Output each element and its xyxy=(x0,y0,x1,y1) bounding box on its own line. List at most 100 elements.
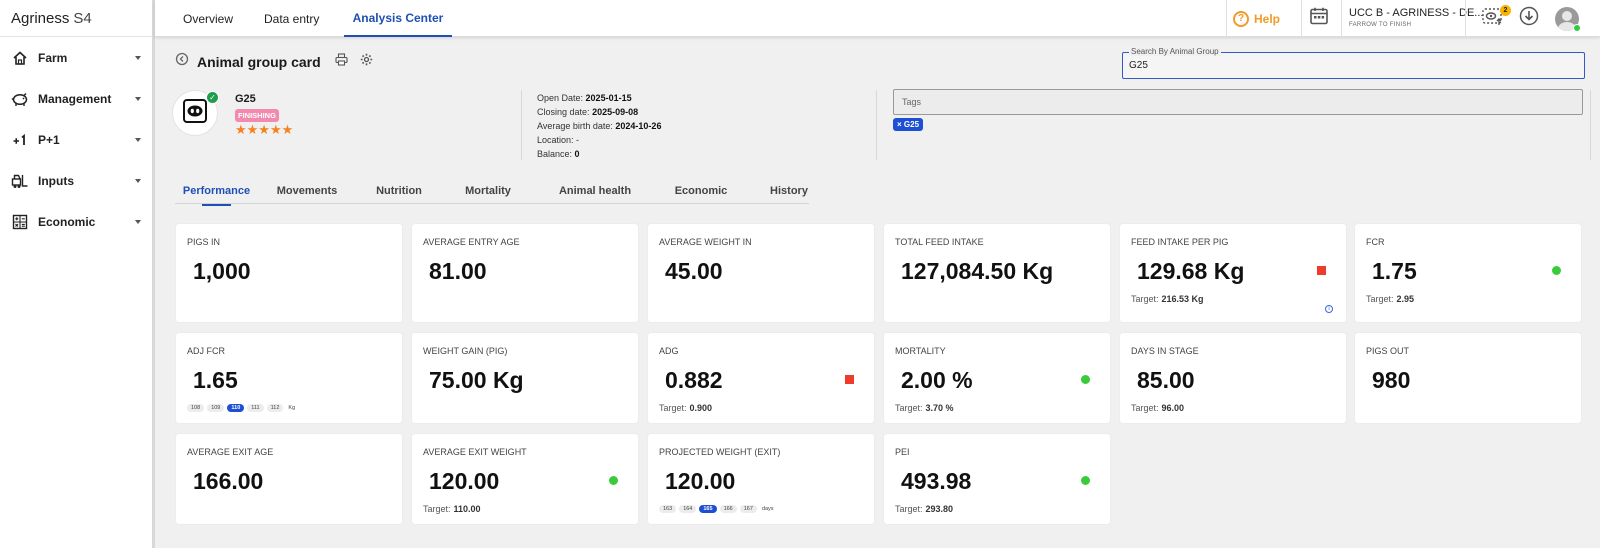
kpi-option-chip[interactable]: 163 xyxy=(659,505,677,513)
sidebar-item-p1[interactable]: P+1 xyxy=(0,127,152,153)
kpi-label: PEI xyxy=(895,447,910,457)
tab-mortality[interactable]: Mortality xyxy=(447,178,529,204)
kpi-card-average-weight-in: AVERAGE WEIGHT IN 45.00 xyxy=(648,224,874,322)
app-name: Agriness xyxy=(11,9,70,27)
tab-analysis-center[interactable]: Analysis Center xyxy=(344,0,452,37)
kpi-option-chip[interactable]: 108 xyxy=(187,404,205,412)
sidebar-item-farm[interactable]: Farm xyxy=(0,45,152,71)
kpi-label: PIGS IN xyxy=(187,237,221,247)
alerts-button[interactable]: 2 xyxy=(1482,0,1512,37)
sidebar-item-label: Management xyxy=(38,92,112,106)
info-average-birth-date: Average birth date: 2024-10-26 xyxy=(537,121,662,131)
tab-nutrition[interactable]: Nutrition xyxy=(357,178,441,204)
kpi-card-weight-gain-pig: WEIGHT GAIN (PIG) 75.00 Kg xyxy=(412,333,638,423)
stage-badge: FINISHING xyxy=(235,109,279,122)
kpi-value: 85.00 xyxy=(1137,367,1195,393)
kpi-option-unit: Kg xyxy=(288,405,296,411)
calendar-icon xyxy=(1309,6,1329,31)
section-tabs: Performance Movements Nutrition Mortalit… xyxy=(175,178,809,206)
organization-name: UCC B - AGRINESS - DE... xyxy=(1349,7,1484,19)
kpi-value: 1,000 xyxy=(193,258,251,284)
kpi-target-label: Target: xyxy=(1131,294,1159,304)
kpi-target-label: Target: xyxy=(895,403,923,413)
chevron-down-icon xyxy=(135,138,141,142)
kpi-label: ADJ FCR xyxy=(187,346,225,356)
divider xyxy=(1465,0,1466,37)
sidebar-item-inputs[interactable]: Inputs xyxy=(0,168,152,194)
kpi-option-chip[interactable]: 166 xyxy=(719,505,737,513)
app-version-label: S4 xyxy=(73,9,92,27)
tag-chip[interactable]: × G25 xyxy=(893,118,924,131)
kpi-value: 980 xyxy=(1372,367,1411,393)
kpi-target-label: Target: xyxy=(659,403,687,413)
kpi-option-chip[interactable]: 109 xyxy=(207,404,225,412)
app-logo[interactable]: Agriness S4 xyxy=(0,0,152,37)
sidebar-item-management[interactable]: Management xyxy=(0,86,152,112)
group-avatar: ✓ xyxy=(172,90,219,136)
tab-movements[interactable]: Movements xyxy=(264,178,350,204)
kpi-option-chip[interactable]: 164 xyxy=(679,505,697,513)
download-button[interactable] xyxy=(1519,0,1539,37)
kpi-card-feed-intake-per-pig: FEED INTAKE PER PIG 129.68 Kg Target: 216.5… xyxy=(1120,224,1346,322)
tags-input[interactable]: Tags xyxy=(893,89,1583,115)
animal-group-search[interactable]: Search By Animal Group xyxy=(1122,47,1585,79)
tab-economic[interactable]: Economic xyxy=(659,178,743,204)
kpi-value: 0.882 xyxy=(665,367,723,393)
kpi-card-days-in-stage: DAYS IN STAGE 85.00 Target: 96.00 xyxy=(1120,333,1346,423)
group-info: Open Date: 2025-01-15 Closing date: 2025… xyxy=(537,91,661,161)
info-open-date: Open Date: 2025-01-15 xyxy=(537,93,632,103)
kpi-value: 1.65 xyxy=(193,367,238,393)
kpi-option-chip[interactable]: 165 xyxy=(699,505,717,513)
tab-animal-health[interactable]: Animal health xyxy=(535,178,655,204)
group-name: G25 xyxy=(235,93,256,105)
kpi-option-chip[interactable]: 111 xyxy=(247,404,264,412)
kpi-target-value: 96.00 xyxy=(1161,403,1185,413)
status-ok-dot-icon xyxy=(1552,266,1561,275)
search-legend: Search By Animal Group xyxy=(1129,47,1221,56)
kpi-card-adg: ADG 0.882 Target: 0.900 xyxy=(648,333,874,423)
kpi-card-mortality: MORTALITY 2.00 % Target: 3.70 % xyxy=(884,333,1110,423)
kpi-label: AVERAGE ENTRY AGE xyxy=(423,237,520,247)
help-icon: ? xyxy=(1233,10,1249,27)
kpi-card-projected-weight-exit: PROJECTED WEIGHT (EXIT) 120.00 163 164 165 16… xyxy=(648,434,874,524)
tab-history[interactable]: History xyxy=(747,178,831,204)
kpi-label: AVERAGE WEIGHT IN xyxy=(659,237,752,247)
help-button[interactable]: ? Help xyxy=(1233,0,1280,37)
chevron-down-icon xyxy=(135,97,141,101)
organization-selector[interactable]: UCC B - AGRINESS - DE... FARROW TO FINIS… xyxy=(1333,7,1483,28)
kpi-option-unit: days xyxy=(761,506,774,512)
search-input[interactable] xyxy=(1129,60,1569,71)
page-header: Animal group card xyxy=(175,52,373,71)
kpi-target: Target: 3.70 % xyxy=(895,403,954,413)
calendar-button[interactable] xyxy=(1309,0,1329,37)
kpi-target: Target: 96.00 xyxy=(1131,403,1184,413)
tab-overview[interactable]: Overview xyxy=(175,0,241,37)
sidebar-item-label: P+1 xyxy=(38,133,60,147)
kpi-option-chips: 108 109 110 111 112 Kg xyxy=(187,404,295,412)
kpi-value: 127,084.50 Kg xyxy=(901,258,1054,284)
tab-performance[interactable]: Performance xyxy=(175,178,258,206)
kpi-value: 120.00 xyxy=(665,468,736,494)
kpi-card-average-entry-age: AVERAGE ENTRY AGE 81.00 xyxy=(412,224,638,322)
tab-data-entry[interactable]: Data entry xyxy=(256,0,327,37)
kpi-card-pigs-out: PIGS OUT 980 xyxy=(1355,333,1581,423)
kpi-target: Target: 293.80 xyxy=(895,504,953,514)
settings-gear-icon[interactable] xyxy=(360,53,373,71)
kpi-option-chip[interactable]: 112 xyxy=(266,404,284,412)
kpi-target-label: Target: xyxy=(423,504,451,514)
kpi-target: Target: 2.95 xyxy=(1366,294,1414,304)
kpi-value: 1.75 xyxy=(1372,258,1417,284)
sidebar-item-economic[interactable]: Economic xyxy=(0,209,152,235)
user-menu[interactable] xyxy=(1555,0,1581,37)
print-icon[interactable] xyxy=(335,52,348,71)
sidebar-item-label: Economic xyxy=(38,215,96,229)
download-icon xyxy=(1519,6,1539,31)
kpi-label: WEIGHT GAIN (PIG) xyxy=(423,346,508,356)
kpi-option-chip[interactable]: 110 xyxy=(227,404,245,412)
kpi-value: 120.00 xyxy=(429,468,500,494)
back-icon[interactable] xyxy=(175,52,189,71)
kpi-target-label: Target: xyxy=(895,504,923,514)
info-icon[interactable]: i xyxy=(1325,305,1333,313)
sidebar-item-label: Inputs xyxy=(38,174,74,188)
kpi-option-chip[interactable]: 167 xyxy=(739,505,757,513)
